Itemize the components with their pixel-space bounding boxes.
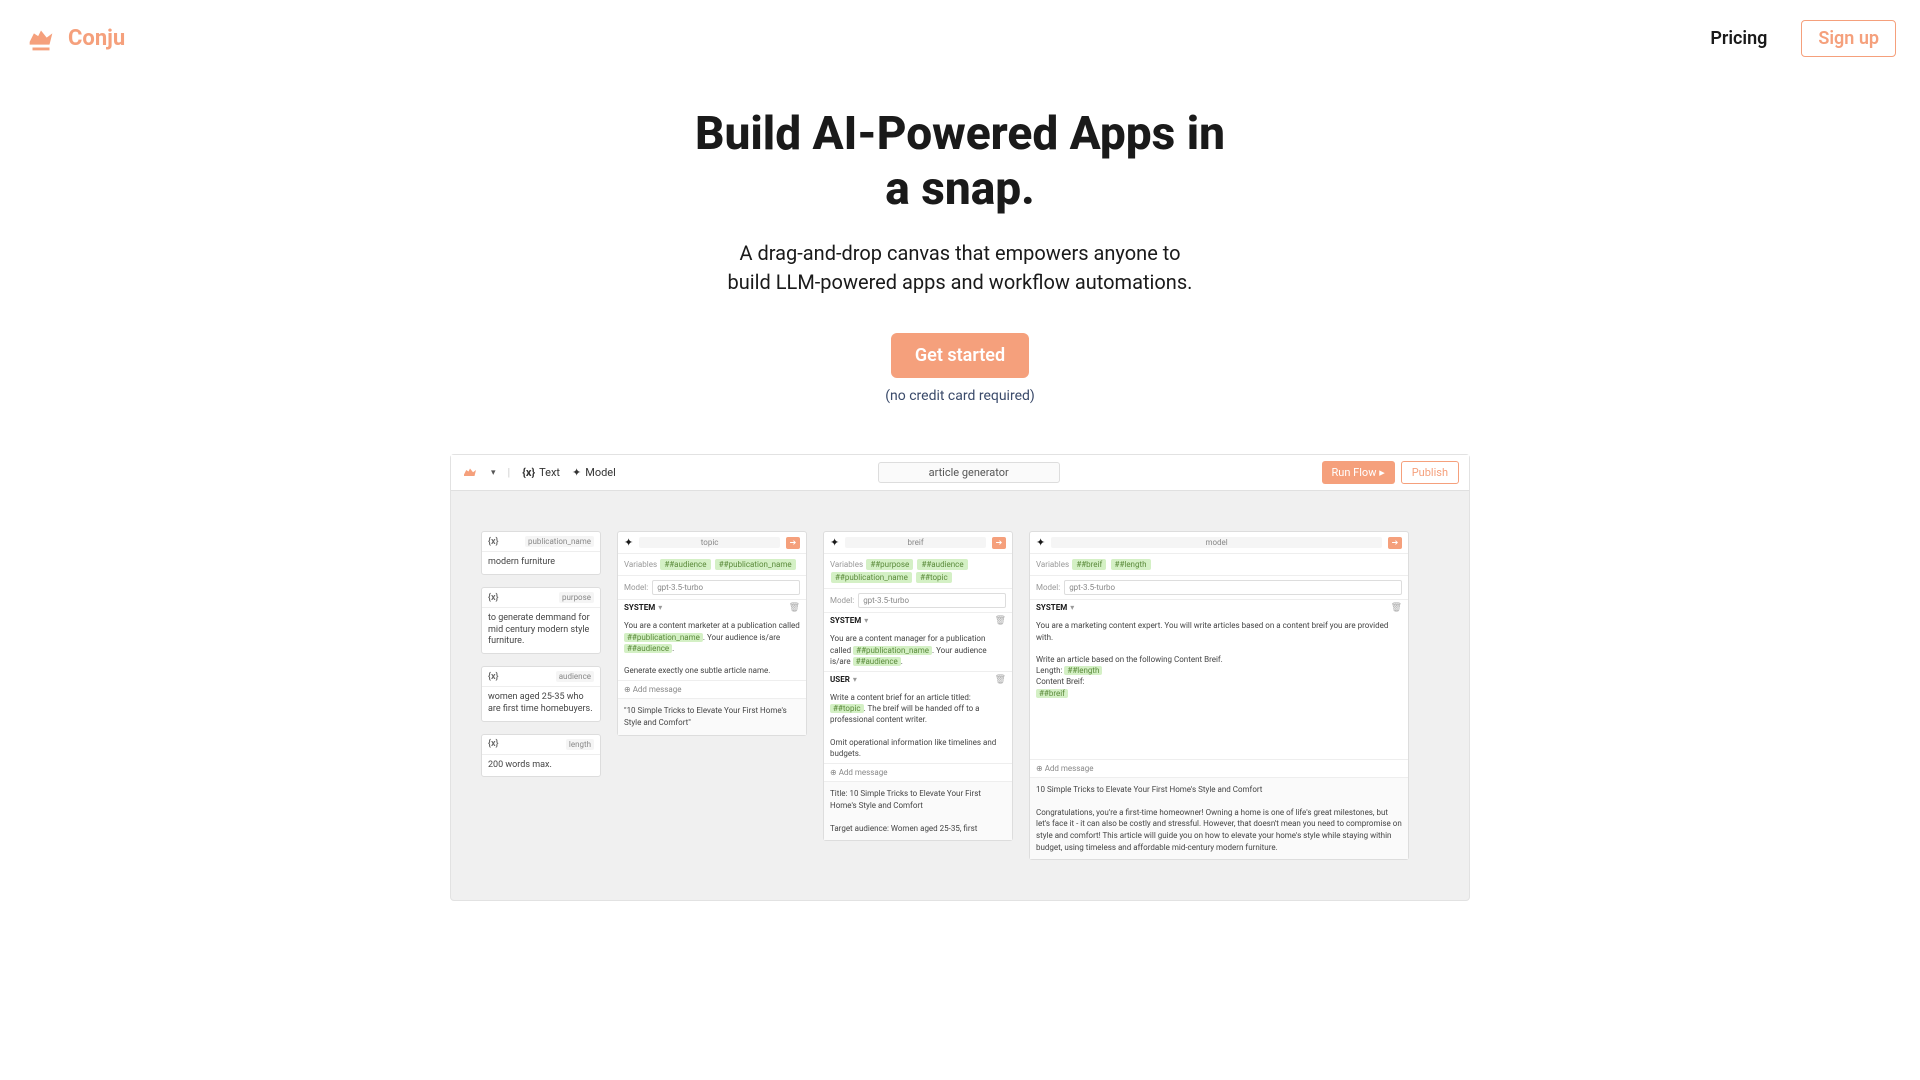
- var-card-purpose[interactable]: {x}purpose to generate demmand for mid c…: [481, 587, 601, 654]
- hero-section: Build AI-Powered Apps in a snap. A drag-…: [0, 107, 1920, 404]
- system-message[interactable]: You are a content marketer at a publicat…: [618, 616, 806, 680]
- conju-logo-icon: [24, 22, 58, 56]
- text-tool[interactable]: {x} Text: [522, 466, 560, 479]
- nav-links: Pricing Sign up: [1710, 20, 1896, 57]
- chevron-down-icon[interactable]: ▾: [658, 603, 662, 612]
- model-column: ✦ model ➔ Variables ##breif ##length Mod…: [1029, 531, 1409, 860]
- chevron-down-icon[interactable]: ▾: [491, 468, 496, 478]
- var-card-audience[interactable]: {x}audience women aged 25-35 who are fir…: [481, 666, 601, 721]
- var-icon: {x}: [488, 739, 499, 749]
- publish-button[interactable]: Publish: [1401, 461, 1459, 484]
- puzzle-icon: ✦: [572, 466, 581, 479]
- block-model[interactable]: ✦ model ➔ Variables ##breif ##length Mod…: [1029, 531, 1409, 860]
- conju-logo-icon[interactable]: [461, 464, 479, 482]
- variables-column: {x}publication_name modern furniture {x}…: [481, 531, 601, 777]
- model-select[interactable]: gpt-3.5-turbo: [858, 593, 1006, 608]
- site-header: Conju Pricing Sign up: [0, 0, 1920, 77]
- trash-icon[interactable]: 🗑: [789, 603, 800, 613]
- pricing-link[interactable]: Pricing: [1710, 28, 1767, 49]
- puzzle-icon: ✦: [830, 536, 839, 549]
- logo[interactable]: Conju: [24, 22, 125, 56]
- canvas[interactable]: {x}publication_name modern furniture {x}…: [451, 491, 1469, 900]
- trash-icon[interactable]: 🗑: [1391, 603, 1402, 613]
- breif-column: ✦ breif ➔ Variables ##purpose ##audience…: [823, 531, 1013, 841]
- block-topic[interactable]: ✦ topic ➔ Variables ##audience ##publica…: [617, 531, 807, 735]
- block-output: Title: 10 Simple Tricks to Elevate Your …: [824, 781, 1012, 840]
- add-message-button[interactable]: ⊕ Add message: [824, 763, 1012, 781]
- var-card-length[interactable]: {x}length 200 words max.: [481, 734, 601, 778]
- signup-button[interactable]: Sign up: [1801, 20, 1896, 57]
- cta-group: Get started (no credit card required): [0, 333, 1920, 404]
- var-card-publication-name[interactable]: {x}publication_name modern furniture: [481, 531, 601, 575]
- output-handle-icon[interactable]: ➔: [1388, 537, 1402, 549]
- filename-wrap: article generator: [616, 462, 1322, 483]
- cta-note: (no credit card required): [885, 388, 1035, 404]
- block-output: 10 Simple Tricks to Elevate Your First H…: [1030, 777, 1408, 860]
- topic-column: ✦ topic ➔ Variables ##audience ##publica…: [617, 531, 807, 735]
- var-icon: {x}: [488, 537, 499, 547]
- output-handle-icon[interactable]: ➔: [786, 537, 800, 549]
- model-select[interactable]: gpt-3.5-turbo: [1064, 580, 1402, 595]
- filename-input[interactable]: article generator: [878, 462, 1060, 483]
- puzzle-icon: ✦: [624, 536, 633, 549]
- model-tool[interactable]: ✦ Model: [572, 466, 616, 479]
- block-breif[interactable]: ✦ breif ➔ Variables ##purpose ##audience…: [823, 531, 1013, 841]
- block-output: "10 Simple Tricks to Elevate Your First …: [618, 698, 806, 734]
- output-handle-icon[interactable]: ➔: [992, 537, 1006, 549]
- puzzle-icon: ✦: [1036, 536, 1045, 549]
- brand-name: Conju: [68, 26, 125, 51]
- add-message-button[interactable]: ⊕ Add message: [618, 680, 806, 698]
- chevron-down-icon[interactable]: ▾: [1070, 603, 1074, 612]
- chevron-down-icon[interactable]: ▾: [853, 675, 857, 684]
- run-flow-button[interactable]: Run Flow ▸: [1322, 461, 1395, 484]
- add-message-button[interactable]: ⊕ Add message: [1030, 759, 1408, 777]
- trash-icon[interactable]: 🗑: [995, 616, 1006, 626]
- model-select[interactable]: gpt-3.5-turbo: [652, 580, 800, 595]
- app-screenshot: ▾ | {x} Text ✦ Model article generator R…: [450, 454, 1470, 901]
- system-message[interactable]: You are a content manager for a publicat…: [824, 629, 1012, 671]
- system-message[interactable]: You are a marketing content expert. You …: [1030, 616, 1408, 758]
- var-icon: {x}: [488, 672, 499, 682]
- chevron-down-icon[interactable]: ▾: [864, 616, 868, 625]
- toolbar-right: Run Flow ▸ Publish: [1322, 461, 1459, 484]
- trash-icon[interactable]: 🗑: [995, 675, 1006, 685]
- var-icon: {x}: [488, 593, 499, 603]
- hero-title: Build AI-Powered Apps in a snap.: [0, 107, 1920, 217]
- hero-subtitle: A drag-and-drop canvas that empowers any…: [0, 239, 1920, 297]
- get-started-button[interactable]: Get started: [891, 333, 1029, 378]
- app-toolbar: ▾ | {x} Text ✦ Model article generator R…: [451, 455, 1469, 491]
- user-message[interactable]: Write a content brief for an article tit…: [824, 688, 1012, 763]
- toolbar-left: ▾ | {x} Text ✦ Model: [461, 464, 616, 482]
